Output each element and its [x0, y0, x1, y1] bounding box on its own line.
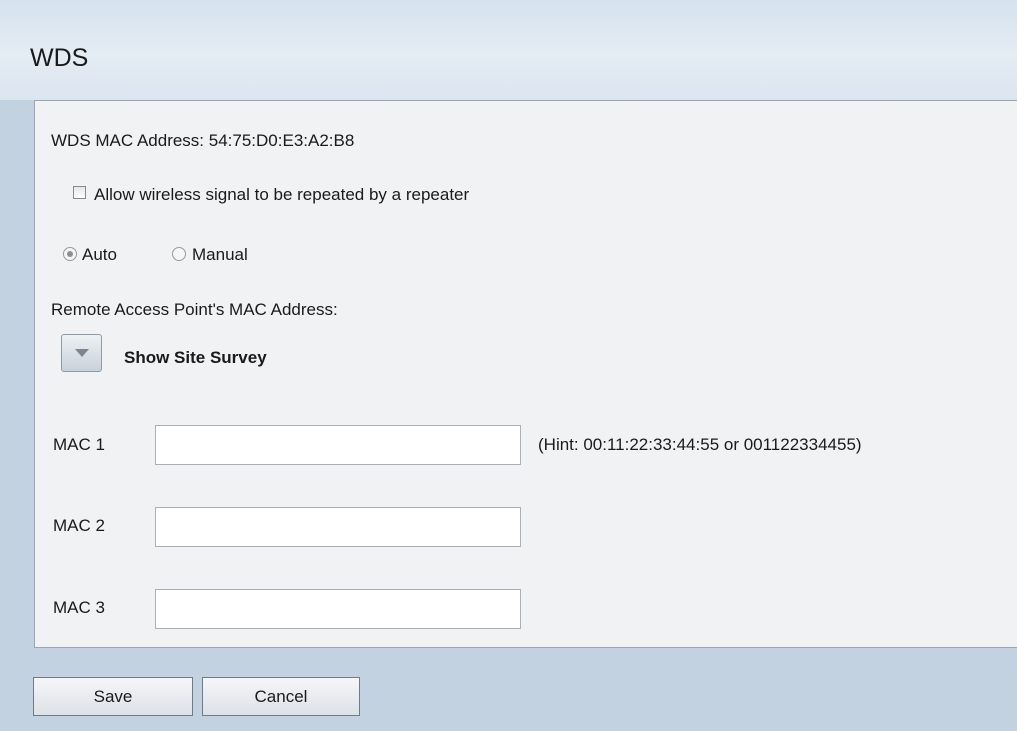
mac-3-input[interactable] [155, 589, 521, 629]
site-survey-label[interactable]: Show Site Survey [124, 348, 267, 368]
mode-manual-radio[interactable] [172, 247, 186, 261]
mode-auto-radio[interactable] [63, 247, 77, 261]
site-survey-toggle[interactable] [61, 334, 102, 372]
mode-auto-label[interactable]: Auto [82, 245, 117, 265]
mac-3-label: MAC 3 [53, 598, 105, 617]
mac-1-input[interactable] [155, 425, 521, 465]
repeater-checkbox[interactable] [73, 186, 86, 199]
remote-ap-mac-label: Remote Access Point's MAC Address: [51, 300, 338, 319]
chevron-down-icon [75, 349, 89, 357]
mode-manual-label[interactable]: Manual [192, 245, 248, 265]
page-header: WDS [0, 0, 1017, 100]
save-button[interactable]: Save [33, 677, 193, 716]
mac-1-label: MAC 1 [53, 435, 105, 454]
cancel-button[interactable]: Cancel [202, 677, 360, 716]
mac-2-label: MAC 2 [53, 516, 105, 535]
wds-mac-address: WDS MAC Address: 54:75:D0:E3:A2:B8 [51, 131, 355, 150]
repeater-checkbox-label[interactable]: Allow wireless signal to be repeated by … [94, 185, 469, 205]
page-title: WDS [30, 44, 89, 72]
wds-settings-panel [34, 100, 1017, 648]
mac-format-hint: (Hint: 00:11:22:33:44:55 or 001122334455… [538, 435, 862, 454]
mac-2-input[interactable] [155, 507, 521, 547]
